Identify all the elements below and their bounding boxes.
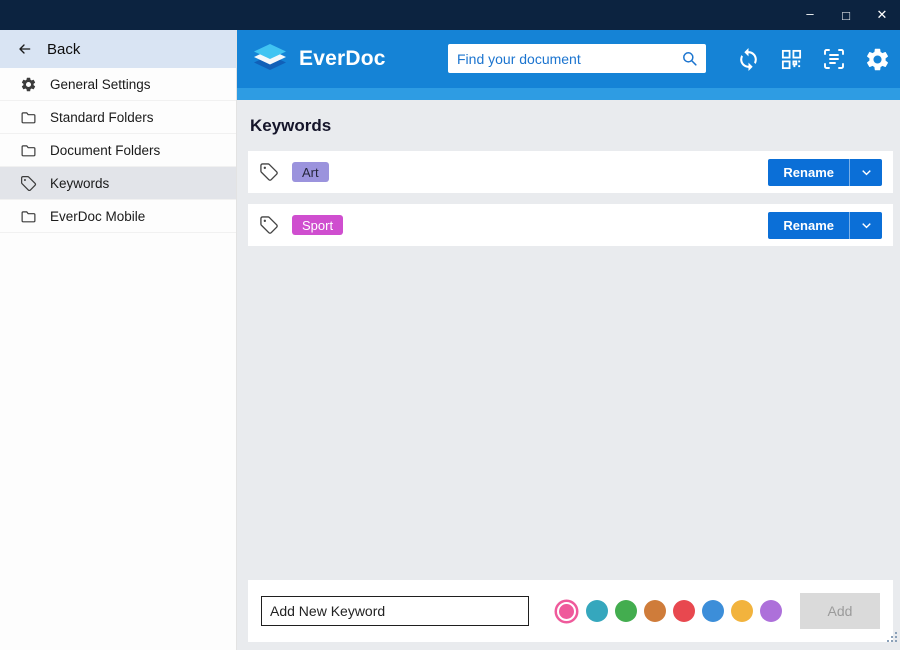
header-actions	[734, 30, 891, 88]
sidebar-item-label: Standard Folders	[50, 110, 154, 125]
tag-icon	[19, 175, 37, 192]
resize-grip[interactable]	[885, 630, 898, 648]
tag-icon	[259, 162, 279, 182]
keyword-row: Sport Rename	[248, 204, 893, 246]
color-swatch[interactable]	[702, 600, 724, 622]
color-swatch[interactable]	[557, 602, 576, 621]
keyword-row: Art Rename	[248, 151, 893, 193]
sidebar-item-label: Keywords	[50, 176, 109, 191]
add-keyword-bar: Add	[248, 580, 893, 642]
sidebar-item-everdoc-mobile[interactable]: EverDoc Mobile	[0, 200, 236, 233]
sidebar-item-general-settings[interactable]: General Settings	[0, 68, 236, 101]
page-title: Keywords	[250, 116, 893, 136]
main-content: Keywords Art Rename Sport Rename	[237, 100, 900, 650]
gear-icon	[19, 76, 37, 93]
rename-label[interactable]: Rename	[768, 212, 849, 239]
scan-icon[interactable]	[820, 45, 848, 73]
back-button[interactable]: Back	[0, 30, 236, 68]
sidebar-item-label: Document Folders	[50, 143, 160, 158]
maximize-icon: □	[842, 8, 850, 23]
keyword-badge: Sport	[292, 215, 343, 235]
color-swatch[interactable]	[615, 600, 637, 622]
chevron-down-icon[interactable]	[849, 212, 882, 239]
close-button[interactable]: ✕	[864, 0, 900, 30]
search-icon[interactable]	[680, 49, 699, 68]
app-logo	[250, 43, 290, 75]
add-button[interactable]: Add	[800, 593, 880, 629]
sidebar-item-document-folders[interactable]: Document Folders	[0, 134, 236, 167]
rename-label[interactable]: Rename	[768, 159, 849, 186]
settings-icon[interactable]	[863, 45, 891, 73]
keyword-badge: Art	[292, 162, 329, 182]
back-arrow-icon	[16, 41, 34, 57]
chevron-down-icon[interactable]	[849, 159, 882, 186]
sidebar-item-label: General Settings	[50, 77, 151, 92]
color-swatch[interactable]	[644, 600, 666, 622]
header-accent-strip	[237, 88, 900, 100]
tag-icon	[259, 215, 279, 235]
minimize-icon: –	[806, 6, 813, 21]
sidebar: Back General Settings Standard Folders D…	[0, 30, 237, 650]
folder-icon	[19, 142, 37, 159]
back-label: Back	[47, 41, 80, 58]
sidebar-item-keywords[interactable]: Keywords	[0, 167, 236, 200]
search-box	[448, 44, 706, 73]
folder-icon	[19, 109, 37, 126]
color-swatch[interactable]	[673, 600, 695, 622]
app-window: – □ ✕ Back General Settings Standard Fol…	[0, 0, 900, 650]
color-swatch[interactable]	[731, 600, 753, 622]
close-icon: ✕	[877, 7, 888, 23]
add-keyword-input[interactable]	[261, 596, 529, 626]
sidebar-item-standard-folders[interactable]: Standard Folders	[0, 101, 236, 134]
title-bar: – □ ✕	[0, 0, 900, 30]
color-swatch[interactable]	[760, 600, 782, 622]
rename-button[interactable]: Rename	[768, 159, 882, 186]
sync-icon[interactable]	[734, 45, 762, 73]
minimize-button[interactable]: –	[792, 0, 828, 30]
search-input[interactable]	[449, 45, 680, 72]
folder-icon	[19, 208, 37, 225]
app-title: EverDoc	[299, 47, 386, 71]
maximize-button[interactable]: □	[828, 0, 864, 30]
rename-button[interactable]: Rename	[768, 212, 882, 239]
sidebar-item-label: EverDoc Mobile	[50, 209, 145, 224]
qr-code-icon[interactable]	[777, 45, 805, 73]
color-swatches	[554, 600, 782, 622]
color-swatch[interactable]	[586, 600, 608, 622]
